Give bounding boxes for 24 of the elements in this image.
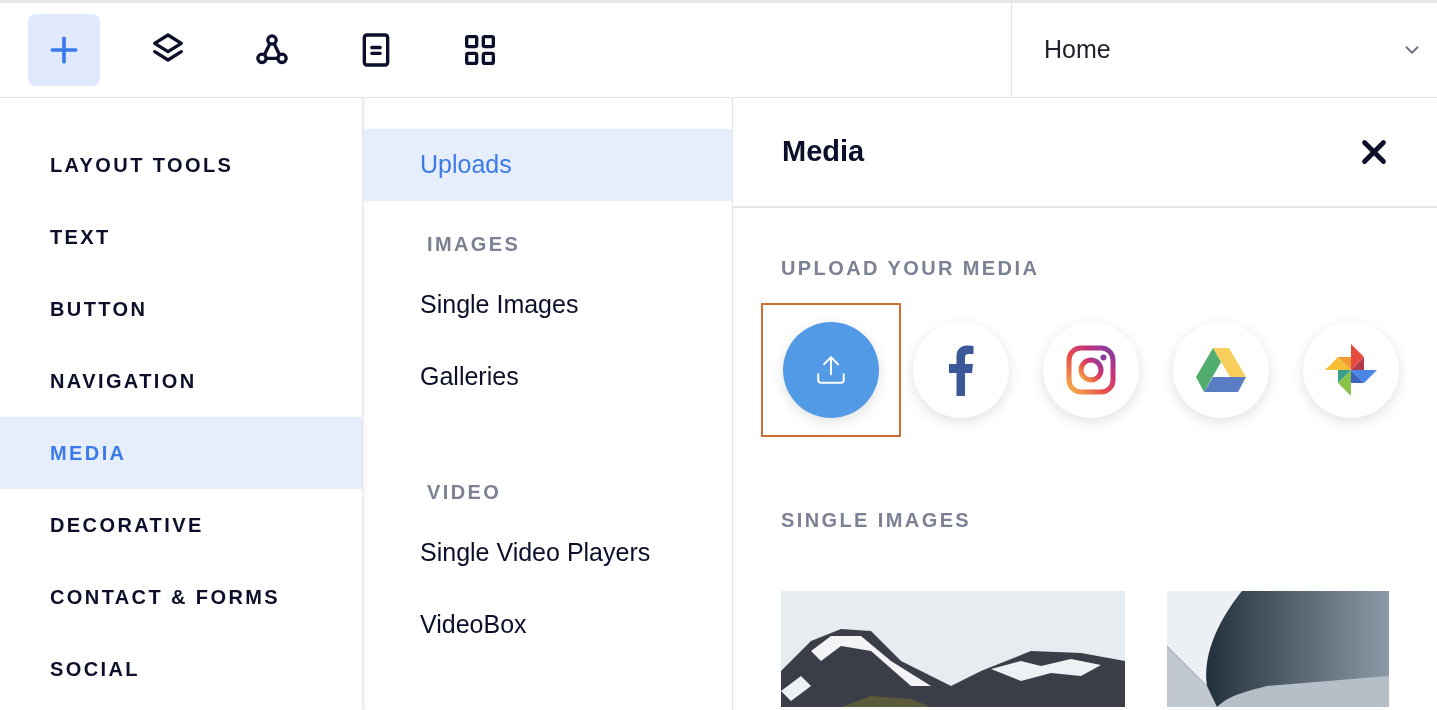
subcategory-item[interactable]: Single Video Players — [363, 517, 732, 589]
subcategory-item[interactable]: Single Images — [363, 269, 732, 341]
drive-icon — [1196, 347, 1246, 393]
subcategory-item[interactable]: Uploads — [363, 129, 732, 201]
category-item[interactable]: LAYOUT TOOLS — [0, 129, 362, 201]
category-item[interactable]: DECORATIVE — [0, 489, 362, 561]
category-item[interactable]: NAVIGATION — [0, 345, 362, 417]
section-heading: SINGLE IMAGES — [781, 509, 972, 531]
subcategory-item[interactable]: Galleries — [363, 341, 732, 413]
category-item[interactable]: MEDIA — [0, 417, 362, 489]
subcategory-item[interactable]: VideoBox — [363, 589, 732, 661]
upload-icon — [814, 353, 848, 387]
section-heading: IMAGES — [426, 232, 521, 257]
category-item[interactable]: CONTACT & FORMS — [0, 561, 362, 633]
category-item[interactable]: TEXT — [0, 201, 362, 273]
instagram-icon — [1066, 345, 1116, 395]
section-heading: UPLOAD YOUR MEDIA — [781, 257, 1040, 279]
pinwheel-icon — [1325, 344, 1377, 396]
panel-title: Media — [782, 134, 865, 170]
section-heading: VIDEO — [426, 480, 502, 505]
category-item[interactable]: SOCIAL — [0, 633, 362, 705]
category-item[interactable]: BUTTON — [0, 273, 362, 345]
page-dropdown[interactable]: Home — [1011, 3, 1437, 97]
facebook-icon — [946, 344, 976, 396]
